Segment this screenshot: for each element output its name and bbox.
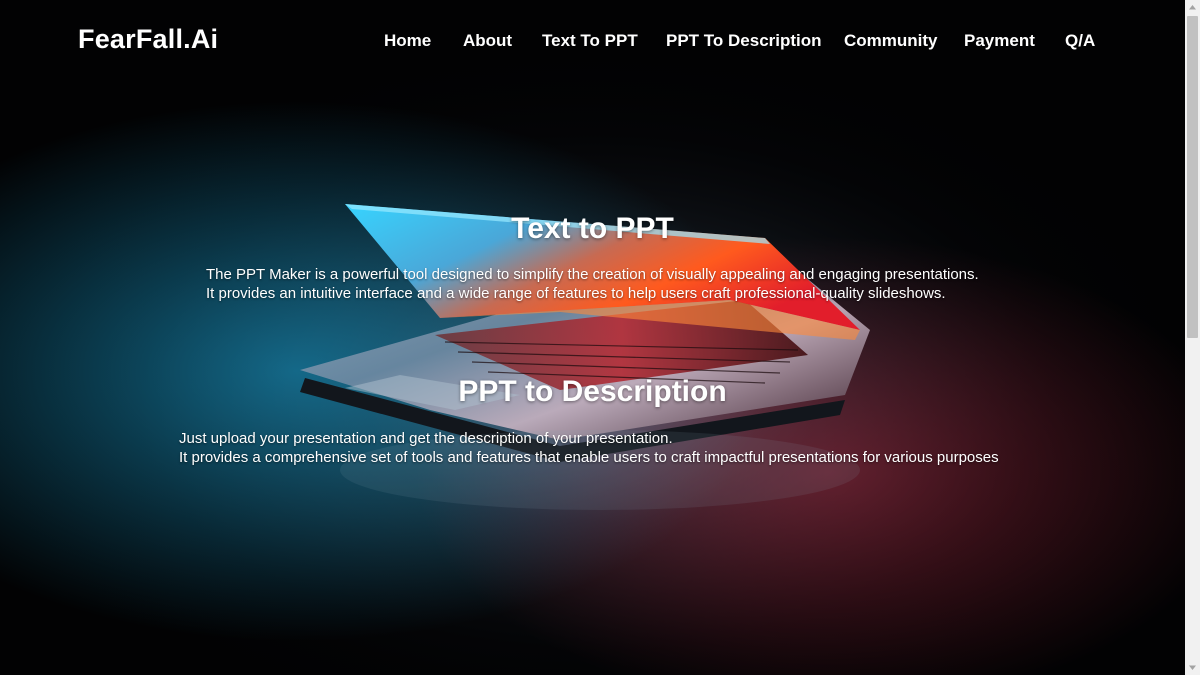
hero-laptop-image [0,0,1185,675]
nav-text-to-ppt-link[interactable]: Text To PPT [542,31,638,51]
nav-community-link[interactable]: Community [844,31,938,51]
ppt-to-description-text: Just upload your presentation and get th… [179,429,999,467]
nav-payment-link[interactable]: Payment [964,31,1035,51]
page: FearFall.Ai Home About Text To PPT PPT T… [0,0,1185,675]
text-to-ppt-heading: Text to PPT [511,212,674,245]
nav-ppt-to-description-link[interactable]: PPT To Description [666,31,822,51]
text-to-ppt-description: The PPT Maker is a powerful tool designe… [206,265,979,303]
nav-qa-link[interactable]: Q/A [1065,31,1095,51]
ppt-to-description-line-1: Just upload your presentation and get th… [179,430,673,447]
scroll-up-arrow-icon[interactable] [1185,0,1200,15]
ppt-to-description-heading: PPT to Description [458,375,727,408]
nav-about-link[interactable]: About [463,31,512,51]
text-to-ppt-line-2: It provides an intuitive interface and a… [206,285,946,302]
vertical-scrollbar[interactable] [1185,0,1200,675]
ppt-to-description-line-2: It provides a comprehensive set of tools… [179,449,999,466]
main-nav: Home About Text To PPT PPT To Descriptio… [0,31,1185,55]
scroll-down-arrow-icon[interactable] [1185,660,1200,675]
nav-home-link[interactable]: Home [384,31,431,51]
text-to-ppt-line-1: The PPT Maker is a powerful tool designe… [206,266,979,283]
scrollbar-thumb[interactable] [1187,16,1198,338]
